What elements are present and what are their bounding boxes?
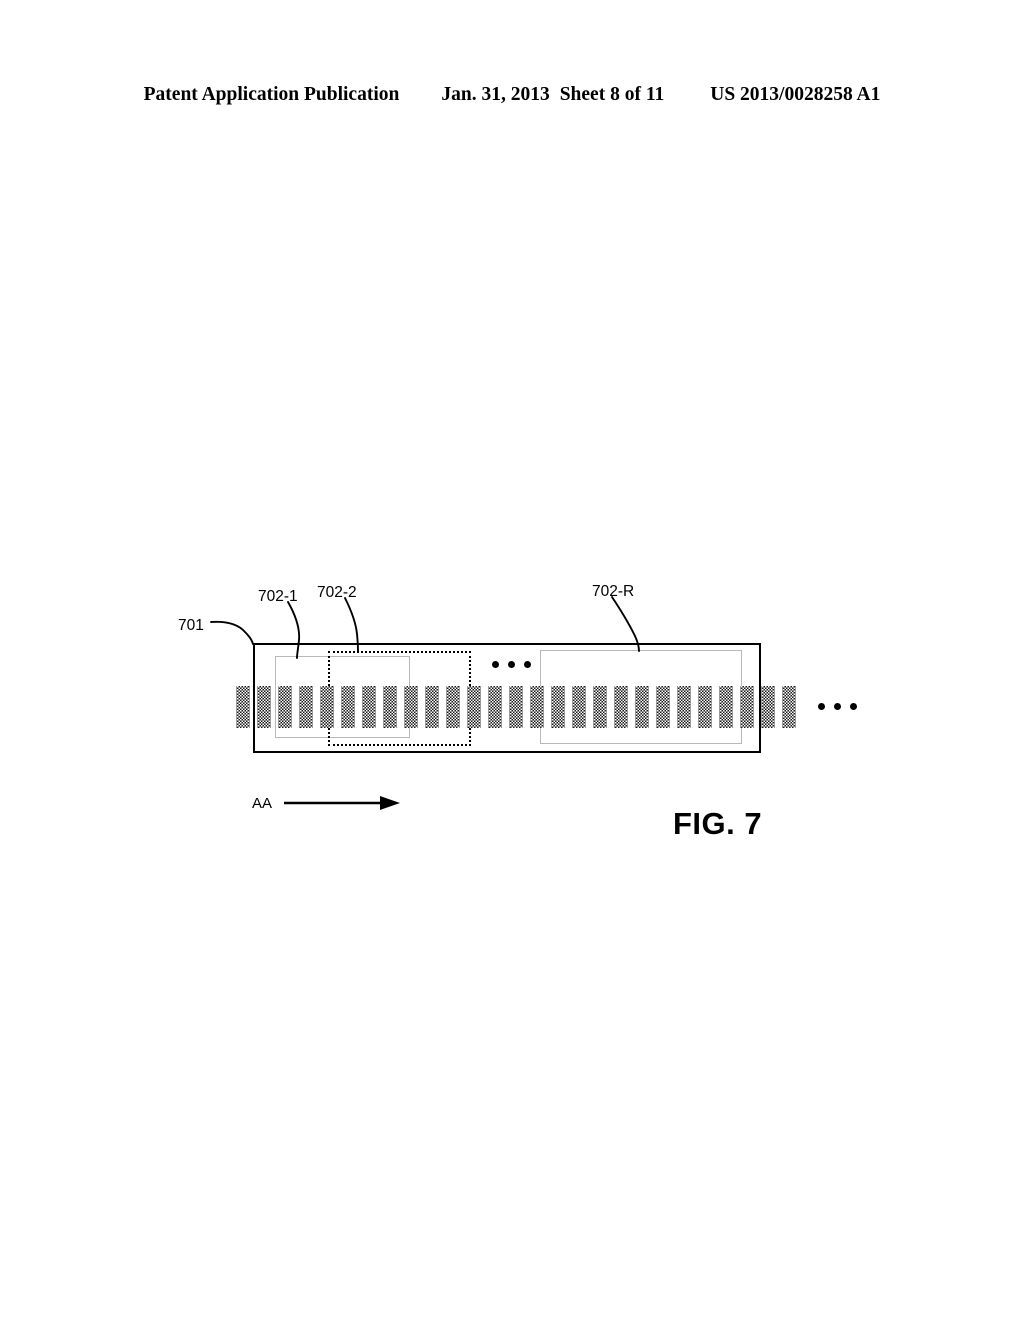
hatched-bar (278, 686, 292, 728)
hatched-bar (593, 686, 607, 728)
ellipsis-dot (834, 703, 841, 710)
ref-label-702-2: 702-2 (317, 584, 357, 601)
hatched-bar (551, 686, 565, 728)
figure-caption: FIG. 7 (673, 806, 763, 841)
hatched-bar (572, 686, 586, 728)
hatched-bar (320, 686, 334, 728)
ref-label-702-r: 702-R (592, 583, 635, 600)
hatched-bar (257, 686, 271, 728)
hatched-bar (383, 686, 397, 728)
hatched-bar (698, 686, 712, 728)
ellipsis-outer (818, 703, 857, 710)
hatched-bar (719, 686, 733, 728)
ellipsis-inner (492, 661, 531, 668)
hatched-bar (404, 686, 418, 728)
figure-7-drawing: 701 702-1 702-2 702-R AA FIG. 7 (0, 0, 1024, 1320)
hatched-bar (425, 686, 439, 728)
ellipsis-dot (850, 703, 857, 710)
hatched-bar (635, 686, 649, 728)
hatched-bar (614, 686, 628, 728)
hatched-bar (467, 686, 481, 728)
ellipsis-dot (818, 703, 825, 710)
ref-label-701: 701 (178, 617, 204, 634)
hatched-bar (782, 686, 796, 728)
ellipsis-dot (508, 661, 515, 668)
ref-label-702-1: 702-1 (258, 588, 298, 605)
hatched-bar (446, 686, 460, 728)
hatched-bar (341, 686, 355, 728)
hatched-bar (299, 686, 313, 728)
hatched-bar (677, 686, 691, 728)
ellipsis-dot (492, 661, 499, 668)
hatched-bar (236, 686, 250, 728)
direction-arrow-icon (284, 796, 400, 810)
hatched-bar-array (236, 686, 798, 728)
hatched-bar (656, 686, 670, 728)
hatched-bar (509, 686, 523, 728)
hatched-bar (362, 686, 376, 728)
ellipsis-dot (524, 661, 531, 668)
hatched-bar (488, 686, 502, 728)
hatched-bar (530, 686, 544, 728)
hatched-bar (740, 686, 754, 728)
hatched-bar (761, 686, 775, 728)
direction-label-aa: AA (252, 795, 273, 812)
